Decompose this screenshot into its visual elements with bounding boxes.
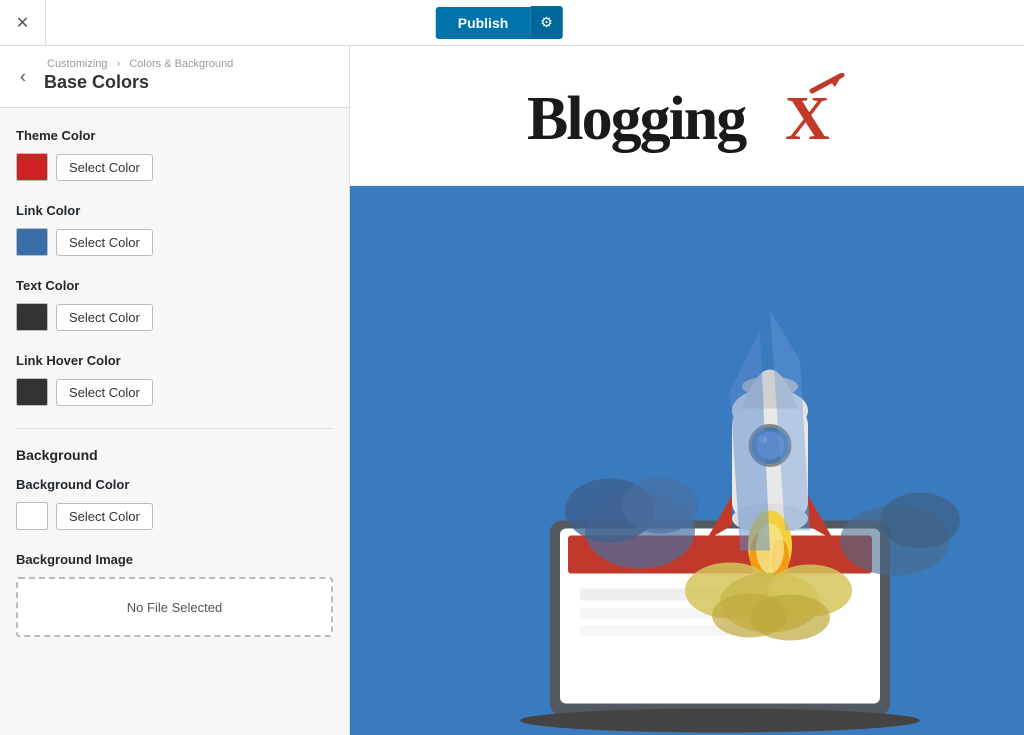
background-section-label: Background	[16, 447, 333, 463]
link-hover-color-button[interactable]: Select Color	[56, 379, 153, 406]
text-color-swatch[interactable]	[16, 303, 48, 331]
background-color-swatch[interactable]	[16, 502, 48, 530]
link-color-button[interactable]: Select Color	[56, 229, 153, 256]
text-color-label: Text Color	[16, 278, 333, 293]
breadcrumb-separator: ›	[117, 58, 121, 70]
sidebar-content: Theme Color Select Color Link Color Sele…	[0, 108, 349, 679]
back-button[interactable]: ‹	[12, 62, 34, 91]
link-color-row: Select Color	[16, 228, 333, 256]
publish-area: Publish ⚙	[436, 6, 563, 39]
theme-color-swatch[interactable]	[16, 153, 48, 181]
divider	[16, 428, 333, 429]
theme-color-button[interactable]: Select Color	[56, 154, 153, 181]
link-color-group: Link Color Select Color	[16, 203, 333, 256]
background-color-group: Background Color Select Color	[16, 477, 333, 530]
svg-text:Blogging: Blogging	[527, 85, 747, 153]
link-hover-color-row: Select Color	[16, 378, 333, 406]
preview-hero	[350, 186, 1024, 735]
preview-header: Blogging X	[350, 46, 1024, 186]
top-bar: ✕ Publish ⚙	[0, 0, 1024, 46]
background-color-row: Select Color	[16, 502, 333, 530]
link-hover-color-group: Link Hover Color Select Color	[16, 353, 333, 406]
site-logo: Blogging X	[527, 73, 847, 158]
theme-color-row: Select Color	[16, 153, 333, 181]
link-hover-color-label: Link Hover Color	[16, 353, 333, 368]
breadcrumb: Customizing › Colors & Background	[44, 58, 333, 70]
svg-text:X: X	[785, 85, 830, 153]
file-drop-zone[interactable]: No File Selected	[16, 577, 333, 637]
background-image-label: Background Image	[16, 552, 333, 567]
sidebar: ‹ Customizing › Colors & Background Base…	[0, 46, 350, 735]
link-color-swatch[interactable]	[16, 228, 48, 256]
no-file-label: No File Selected	[127, 600, 222, 615]
theme-color-label: Theme Color	[16, 128, 333, 143]
background-color-label: Background Color	[16, 477, 333, 492]
background-color-button[interactable]: Select Color	[56, 503, 153, 530]
breadcrumb-part2: Colors & Background	[129, 58, 233, 70]
link-color-label: Link Color	[16, 203, 333, 218]
close-button[interactable]: ✕	[0, 0, 46, 46]
logo-svg: Blogging X	[527, 73, 847, 153]
main-layout: ‹ Customizing › Colors & Background Base…	[0, 46, 1024, 735]
section-title: Base Colors	[44, 72, 333, 93]
publish-button[interactable]: Publish	[436, 7, 531, 39]
text-color-button[interactable]: Select Color	[56, 304, 153, 331]
link-hover-color-swatch[interactable]	[16, 378, 48, 406]
gear-button[interactable]: ⚙	[530, 6, 563, 39]
preview-area: Blogging X	[350, 46, 1024, 735]
text-color-group: Text Color Select Color	[16, 278, 333, 331]
text-color-row: Select Color	[16, 303, 333, 331]
rocket-illustration	[350, 186, 1024, 735]
sidebar-header: ‹ Customizing › Colors & Background Base…	[0, 46, 349, 108]
background-image-group: Background Image No File Selected	[16, 552, 333, 637]
theme-color-group: Theme Color Select Color	[16, 128, 333, 181]
breadcrumb-part1: Customizing	[47, 58, 108, 70]
